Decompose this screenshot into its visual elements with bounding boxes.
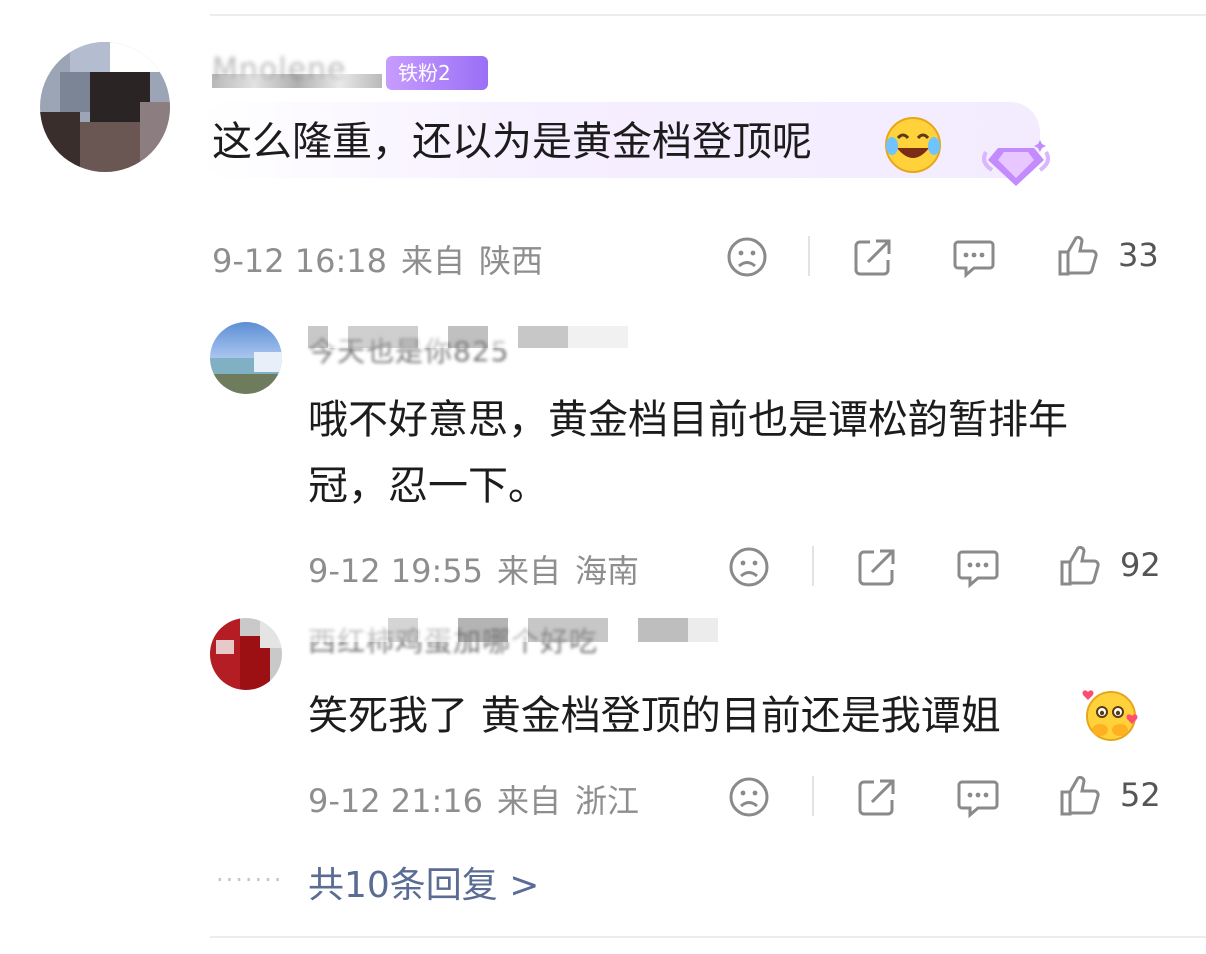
comment-text: 笑死我了 黄金档登顶的目前还是我谭姐 — [308, 693, 1001, 739]
source-prefix: 来自 — [401, 242, 466, 280]
laughing-crying-emoji — [885, 117, 941, 173]
source-prefix: 来自 — [497, 782, 562, 820]
fan-badge[interactable]: 铁粉2 — [386, 56, 488, 90]
like-count: 33 — [1118, 236, 1159, 274]
like-count: 92 — [1120, 546, 1161, 584]
more-replies-dots: ······· — [216, 866, 284, 894]
timestamp: 9-12 19:55 — [308, 552, 484, 590]
separator — [808, 236, 810, 276]
timestamp: 9-12 21:16 — [308, 782, 484, 820]
location: 浙江 — [575, 782, 640, 820]
comment-icon[interactable] — [956, 546, 1000, 590]
comment-meta: 9-12 16:18 来自 陕西 — [212, 236, 557, 282]
location: 陕西 — [479, 242, 544, 280]
separator — [812, 546, 814, 586]
like-thumb-icon[interactable] — [1056, 234, 1100, 278]
share-icon[interactable] — [856, 776, 898, 818]
avatar[interactable] — [210, 322, 282, 394]
dislike-face-icon[interactable] — [728, 546, 770, 588]
separator — [812, 776, 814, 816]
timestamp: 9-12 16:18 — [212, 242, 388, 280]
comment-text: 哦不好意思，黄金档目前也是谭松韵暂排年 — [308, 397, 1068, 443]
comment-text-continued: 冠，忍一下。 — [308, 463, 548, 509]
dislike-face-icon[interactable] — [728, 776, 770, 818]
like-thumb-icon[interactable] — [1058, 774, 1102, 818]
bottom-divider — [210, 936, 1206, 938]
dislike-face-icon[interactable] — [726, 236, 768, 278]
comment-icon[interactable] — [952, 236, 996, 280]
share-icon[interactable] — [856, 546, 898, 588]
diamond-vip-icon — [982, 140, 1050, 186]
more-replies-link[interactable]: 共10条回复 > — [308, 856, 539, 908]
avatar[interactable] — [210, 618, 282, 690]
like-thumb-icon[interactable] — [1058, 544, 1102, 588]
avatar[interactable] — [40, 42, 170, 172]
share-icon[interactable] — [852, 236, 894, 278]
comment-text: 这么隆重，还以为是黄金档登顶呢 — [212, 119, 812, 165]
like-count: 52 — [1120, 776, 1161, 814]
comment-icon[interactable] — [956, 776, 1000, 820]
comment-meta: 9-12 21:16 来自 浙江 — [308, 776, 653, 822]
top-divider — [210, 14, 1206, 16]
location: 海南 — [575, 552, 640, 590]
heart-hug-emoji — [1082, 690, 1138, 741]
comment-meta: 9-12 19:55 来自 海南 — [308, 546, 653, 592]
source-prefix: 来自 — [497, 552, 562, 590]
